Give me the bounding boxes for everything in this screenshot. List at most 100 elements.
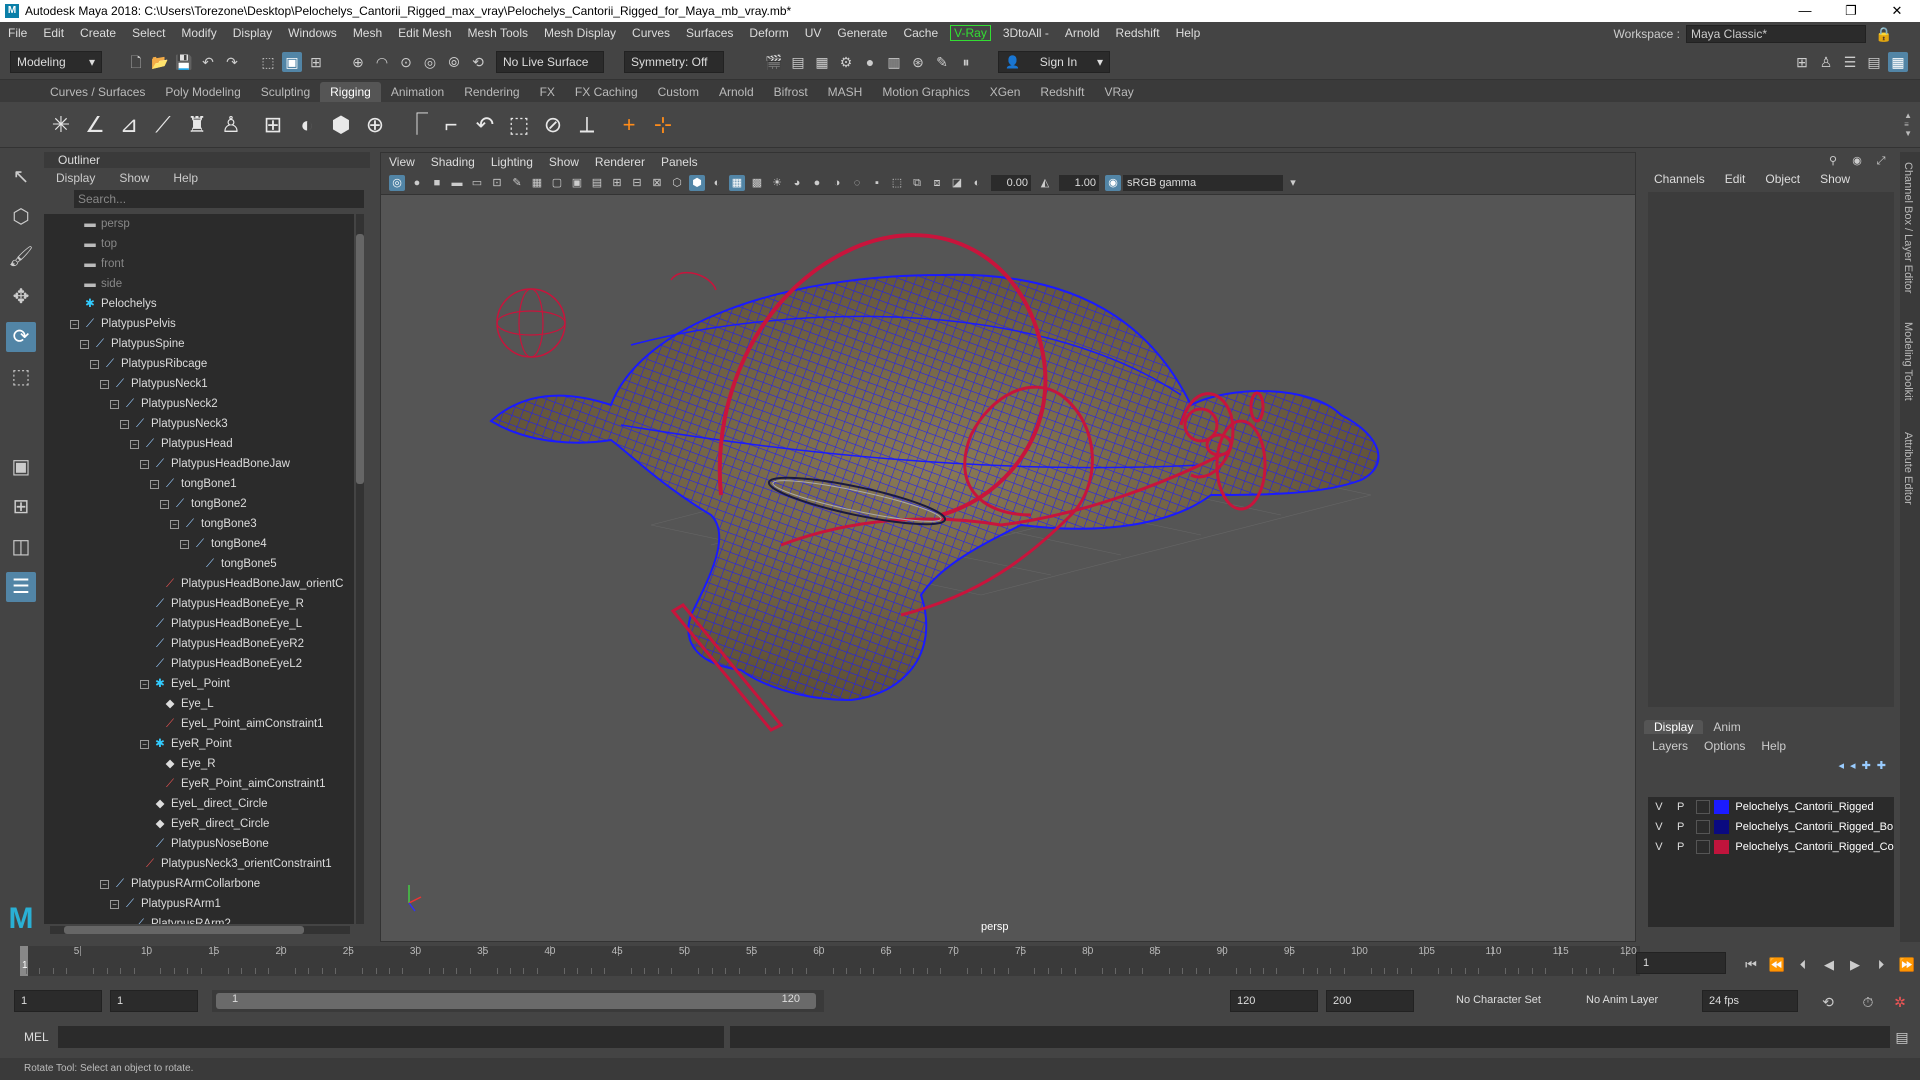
go-to-start-icon[interactable]: ⏮ [1742, 956, 1760, 974]
layer-tab-display[interactable]: Display [1644, 720, 1704, 734]
expand-toggle-icon[interactable] [140, 798, 149, 807]
expand-toggle-icon[interactable] [140, 638, 149, 647]
menu-select[interactable]: Select [124, 26, 173, 40]
channel-key-icon[interactable]: ⚲ [1826, 154, 1840, 168]
outliner-row[interactable]: ✱ Pelochelys [44, 294, 354, 314]
outliner-row[interactable]: − ⟋ PlatypusHeadBoneJaw [44, 454, 354, 474]
expand-toggle-icon[interactable] [140, 818, 149, 827]
scale-constraint-icon[interactable]: ⬚ [504, 110, 534, 140]
select-tool-icon[interactable]: ↖ [6, 162, 36, 192]
time-ruler[interactable]: 1 5 10 15 20 25 30 35 40 45 50 55 60 65 70 75 80 85 90 95 1… [20, 946, 1640, 976]
shelf-scroll-down-icon[interactable]: ▼ [1904, 129, 1912, 138]
shelf-tab-sculpting[interactable]: Sculpting [251, 82, 320, 102]
viewport-menu-shading[interactable]: Shading [423, 155, 483, 169]
outliner-row[interactable]: ⟋ PlatypusHeadBoneEyeL2 [44, 654, 354, 674]
channel-menu-edit[interactable]: Edit [1715, 172, 1756, 186]
ambient-occlusion-icon[interactable]: ● [809, 175, 825, 191]
workspace-dropdown[interactable]: Maya Classic* [1686, 25, 1866, 43]
outliner-row[interactable]: − ⟋ tongBone2 [44, 494, 354, 514]
expand-toggle-icon[interactable]: − [140, 680, 149, 689]
layer-menu-options[interactable]: Options [1696, 739, 1753, 753]
display-layer-row[interactable]: V P Pelochelys_Cantorii_Rigged [1648, 797, 1894, 817]
safe-title-icon[interactable]: ⊠ [649, 175, 665, 191]
move-tool-icon[interactable]: ✥ [6, 282, 36, 312]
orient-constraint-icon[interactable]: ↶ [470, 110, 500, 140]
menu-curves[interactable]: Curves [624, 26, 678, 40]
render-frame-icon[interactable]: 🎬 [764, 52, 784, 72]
layer-playback-toggle[interactable]: P [1670, 821, 1692, 833]
side-by-side-icon[interactable]: ◫ [6, 532, 36, 562]
vray-render-icon[interactable]: ▥ [884, 52, 904, 72]
outliner-row[interactable]: − ⟋ PlatypusRArm1 [44, 894, 354, 914]
layer-visibility-toggle[interactable]: V [1648, 841, 1670, 853]
expand-toggle-icon[interactable]: − [150, 480, 159, 489]
loop-icon[interactable]: ⟲ [1818, 992, 1838, 1012]
restore-button[interactable]: ❐ [1828, 0, 1874, 22]
single-view-icon[interactable]: ▣ [6, 452, 36, 482]
film-gate-icon[interactable]: ▢ [549, 175, 565, 191]
menu-3dtoall[interactable]: 3DtoAll - [995, 26, 1057, 40]
fps-dropdown[interactable]: 24 fps [1702, 990, 1798, 1012]
outliner-menu-help[interactable]: Help [161, 171, 210, 185]
step-forward-frame-icon[interactable]: ⏵ [1872, 956, 1890, 974]
turtle-model-view[interactable] [381, 195, 1636, 942]
snap-view-icon[interactable]: ◎ [420, 52, 440, 72]
outliner-layout-icon[interactable]: ☰ [6, 572, 36, 602]
menu-deform[interactable]: Deform [741, 26, 796, 40]
expand-toggle-icon[interactable] [130, 858, 139, 867]
backface-culling-icon[interactable]: ◪ [949, 175, 965, 191]
sign-in-dropdown[interactable]: 👤 Sign In ▾ [998, 50, 1110, 73]
auto-key-icon[interactable]: ⏱ [1858, 992, 1878, 1012]
outliner-horizontal-scrollbar[interactable] [50, 926, 350, 934]
outliner-vertical-scrollbar[interactable] [356, 214, 364, 924]
expand-toggle-icon[interactable] [190, 558, 199, 567]
menu-surfaces[interactable]: Surfaces [678, 26, 741, 40]
move-layer-up-icon[interactable]: ◂ [1839, 759, 1845, 772]
menu-edit[interactable]: Edit [35, 26, 72, 40]
vray-settings-icon[interactable]: ⊛ [908, 52, 928, 72]
viewport-menu-show[interactable]: Show [541, 155, 587, 169]
gamma-icon[interactable]: ◭ [1037, 175, 1053, 191]
outliner-row[interactable]: − ⟋ PlatypusHead [44, 434, 354, 454]
shelf-tab-custom[interactable]: Custom [648, 82, 709, 102]
play-forwards-icon[interactable]: ▶ [1846, 956, 1864, 974]
vray-ipr-icon[interactable]: ✎ [932, 52, 952, 72]
shelf-tab-bifrost[interactable]: Bifrost [764, 82, 818, 102]
character-controls-icon[interactable]: ♙ [1816, 52, 1836, 72]
color-management-icon[interactable]: ◉ [1105, 174, 1121, 191]
channel-box-icon[interactable]: ▦ [1888, 51, 1908, 72]
animation-end-field[interactable]: 200 [1326, 990, 1414, 1012]
shelf-menu-icon[interactable]: ≡ [1904, 120, 1912, 129]
select-camera-icon[interactable]: ◎ [389, 174, 405, 191]
select-object-icon[interactable]: ▣ [282, 51, 302, 72]
point-constraint-icon[interactable]: ⌐ [436, 110, 466, 140]
outliner-menu-display[interactable]: Display [44, 171, 107, 185]
lock-icon[interactable]: 🔒 [1874, 24, 1894, 44]
expand-toggle-icon[interactable]: − [70, 320, 79, 329]
gamma-field[interactable]: 1.00 [1059, 174, 1099, 191]
menu-redshift[interactable]: Redshift [1108, 26, 1168, 40]
outliner-row[interactable]: − ⟋ PlatypusSpine [44, 334, 354, 354]
shadows-icon[interactable]: ◕ [789, 175, 805, 191]
viewport-menu-panels[interactable]: Panels [653, 155, 706, 169]
paint-weights-icon[interactable]: ◐ [292, 110, 322, 140]
expand-toggle-icon[interactable] [140, 838, 149, 847]
textured-icon[interactable]: ▩ [749, 175, 765, 191]
close-button[interactable]: ✕ [1874, 0, 1920, 22]
locator-plus-icon[interactable]: ⊹ [648, 110, 678, 140]
image-plane-icon[interactable]: ▭ [469, 175, 485, 191]
outliner-row[interactable]: ▬ side [44, 274, 354, 294]
attribute-editor-icon[interactable]: ☰ [1840, 52, 1860, 72]
layer-visibility-toggle[interactable]: V [1648, 801, 1670, 813]
layer-menu-layers[interactable]: Layers [1644, 739, 1696, 753]
side-tab-modeling-toolkit[interactable]: Modeling Toolkit [1902, 322, 1914, 401]
snap-surface-icon[interactable]: ⦾ [444, 52, 464, 72]
outliner-row[interactable]: ⟋ PlatypusHeadBoneEye_R [44, 594, 354, 614]
outliner-row[interactable]: ◆ Eye_L [44, 694, 354, 714]
shelf-tab-xgen[interactable]: XGen [980, 82, 1031, 102]
step-forward-key-icon[interactable]: ⏩ [1898, 956, 1916, 974]
outliner-search-input[interactable]: Search... [74, 190, 364, 208]
shelf-tab-rendering[interactable]: Rendering [454, 82, 529, 102]
expand-toggle-icon[interactable] [70, 278, 79, 287]
depth-of-field-icon[interactable]: ▪ [869, 175, 885, 191]
